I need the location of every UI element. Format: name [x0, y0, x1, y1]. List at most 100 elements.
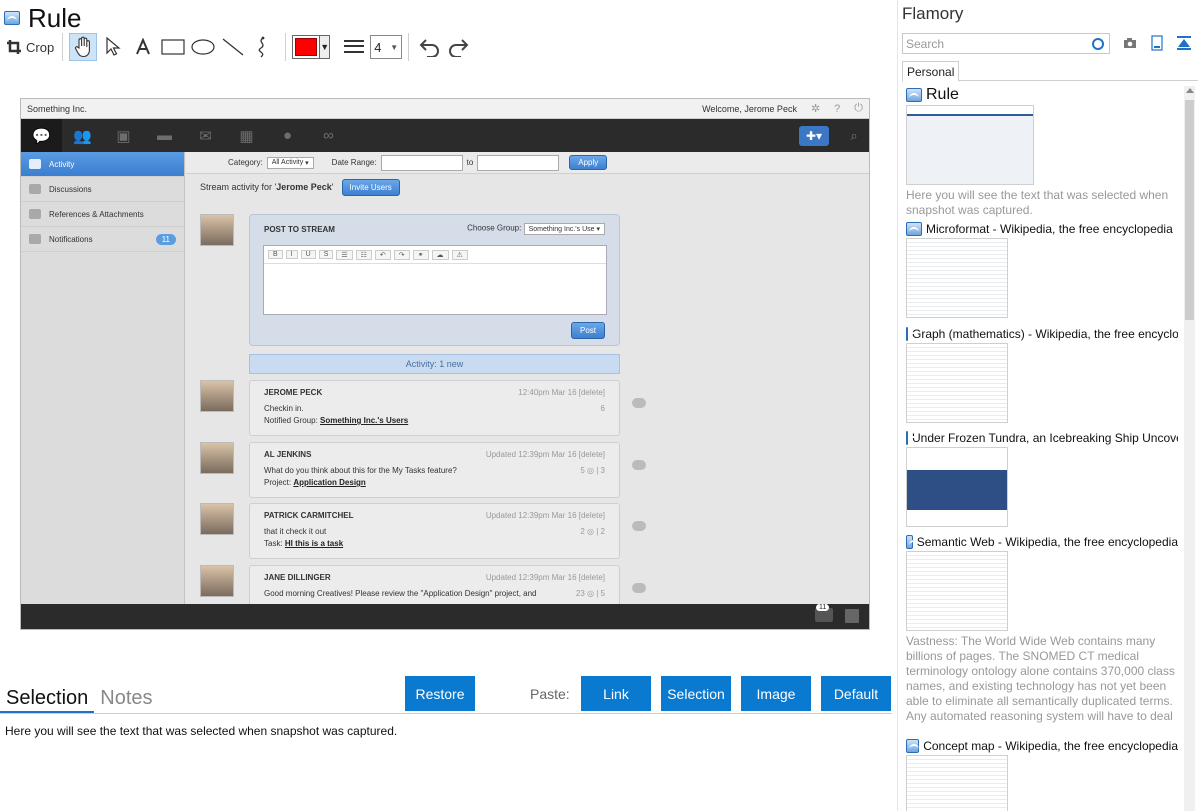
post-text: What do you think about this for the My … [264, 466, 457, 475]
avatar [200, 380, 234, 412]
comment-icon [632, 583, 646, 593]
list-item[interactable]: Under Frozen Tundra, an Icebreaking Ship… [906, 430, 1178, 527]
paste-link-button[interactable]: Link [581, 676, 651, 711]
thumbnail [906, 551, 1008, 631]
invite-users-button: Invite Users [341, 178, 400, 196]
select-tool-button[interactable] [99, 33, 127, 61]
line-width-value: 4 [374, 39, 382, 55]
list-item-title: Semantic Web - Wikipedia, the free encyc… [916, 535, 1178, 549]
avatar [200, 565, 234, 597]
search-input[interactable]: Search [902, 33, 1110, 54]
paste-default-button[interactable]: Default [821, 676, 891, 711]
group-label: Choose Group: [467, 223, 522, 233]
comment-icon [632, 460, 646, 470]
inbox-badge: 11 [816, 604, 830, 611]
group-chooser: Choose Group: Something Inc.'s Use ▾ [467, 223, 605, 235]
stream-suffix: ' [331, 182, 334, 192]
freehand-tool-button[interactable] [249, 33, 277, 61]
category-label: Category: [228, 158, 263, 167]
add-icon: ✚▾ [799, 125, 829, 146]
undo-button[interactable] [415, 33, 443, 61]
rectangle-tool-button[interactable] [159, 33, 187, 61]
restore-button[interactable]: Restore [405, 676, 475, 711]
underline-button: U [300, 250, 316, 259]
category-select: All Activity ▾ [266, 156, 314, 169]
panel-tabbar: Personal [902, 61, 1198, 82]
line-width-select[interactable]: 4 ▼ [370, 35, 403, 59]
list-item[interactable]: Semantic Web - Wikipedia, the free encyc… [906, 534, 1178, 724]
post-button: Post [570, 322, 605, 339]
toolbar-separator [285, 33, 287, 61]
redo-button[interactable] [445, 33, 473, 61]
list-item[interactable]: Concept map - Wikipedia, the free encycl… [906, 738, 1178, 811]
tab-notes[interactable]: Notes [94, 687, 158, 714]
list-item-head: Semantic Web - Wikipedia, the free encyc… [906, 534, 1178, 550]
post-time: 12:40pm Mar 16 [delete] [518, 388, 605, 397]
group-select: Something Inc.'s Use ▾ [523, 223, 605, 235]
globe-icon: ● [282, 127, 293, 144]
list-item[interactable]: Rule Here you will see the text that was… [906, 86, 1178, 218]
list-item[interactable]: Microformat - Wikipedia, the free encycl… [906, 221, 1178, 318]
avatar [200, 442, 234, 474]
stream-post: AL JENKINS Updated 12:39pm Mar 16 [delete… [249, 442, 620, 498]
document-button[interactable] [1149, 35, 1165, 51]
post-author: PATRICK CARMITCHEL [264, 511, 354, 520]
tasks-icon: ▣ [116, 127, 131, 145]
list-item-title: Under Frozen Tundra, an Icebreaking Ship… [912, 431, 1178, 445]
snapshot-image[interactable]: Something Inc. Welcome, Jerome Peck ✲ ? … [20, 98, 870, 630]
document-icon [1151, 35, 1163, 51]
crop-label: Crop [26, 39, 55, 55]
search-icon[interactable] [1092, 37, 1104, 50]
paste-selection-button[interactable]: Selection [661, 676, 731, 711]
date-range-label: Date Range: [331, 158, 377, 167]
group-value: Something Inc.'s Use [528, 225, 595, 233]
snapshot-main: Category: All Activity ▾ Date Range: to … [186, 152, 869, 621]
crop-button[interactable]: Crop [6, 33, 54, 61]
strike-button: S [318, 250, 334, 259]
pointer-icon [106, 37, 121, 56]
text-tool-button[interactable] [129, 33, 157, 61]
post-meta-label: Project: [264, 478, 292, 487]
undo-icon [419, 39, 440, 57]
panel-scrollbar[interactable] [1184, 86, 1195, 811]
date-to-input [477, 154, 560, 171]
selection-text[interactable]: Here you will see the text that was sele… [5, 724, 397, 738]
list-item-head: Under Frozen Tundra, an Icebreaking Ship… [906, 430, 1178, 446]
hand-tool-button[interactable] [69, 33, 98, 61]
sidebar-item-label: Notifications [49, 234, 93, 244]
paste-label: Paste: [530, 686, 570, 702]
freehand-icon [258, 36, 265, 58]
link-icon: ⚭ [412, 249, 429, 260]
chevron-down-icon: ▼ [319, 36, 330, 58]
tab-personal[interactable]: Personal [902, 61, 960, 82]
toolbar-separator [62, 33, 64, 61]
color-picker[interactable]: ▼ [292, 35, 331, 59]
to-label: to [466, 158, 474, 167]
notification-badge: 11 [155, 233, 176, 245]
inbox-icon: 11 [815, 604, 833, 622]
scroll-up-icon[interactable] [1186, 88, 1194, 93]
list-item[interactable]: Graph (mathematics) - Wikipedia, the fre… [906, 326, 1178, 423]
thumbnail [906, 447, 1008, 527]
line-width-button[interactable] [340, 33, 368, 61]
avatar [200, 214, 234, 246]
thumbnail [906, 343, 1008, 423]
scroll-thumb[interactable] [1185, 100, 1194, 320]
stream-title: Stream activity for 'Jerome Peck' [200, 182, 334, 192]
line-icon [222, 38, 244, 56]
paste-image-button[interactable]: Image [741, 676, 811, 711]
collapse-button[interactable] [1176, 35, 1192, 51]
list-item-head: Microformat - Wikipedia, the free encycl… [906, 221, 1178, 237]
tab-selection[interactable]: Selection [0, 687, 95, 714]
post-time: Updated 12:39pm Mar 16 [delete] [485, 450, 605, 459]
paperclip-icon [29, 209, 41, 219]
comment-icon [632, 521, 646, 531]
camera-button[interactable] [1122, 35, 1138, 51]
line-tool-button[interactable] [219, 33, 247, 61]
chat-icon: 💬 [21, 119, 62, 152]
ellipse-tool-button[interactable] [189, 33, 217, 61]
line-width-icon [344, 40, 365, 53]
snapshot-nav: 💬 👥 ▣ ▬ ✉ ▦ ● ∞ ✚▾ ⌕ [21, 119, 869, 152]
sidebar-item-label: Activity [49, 159, 75, 169]
folder-icon: ▬ [157, 127, 172, 144]
